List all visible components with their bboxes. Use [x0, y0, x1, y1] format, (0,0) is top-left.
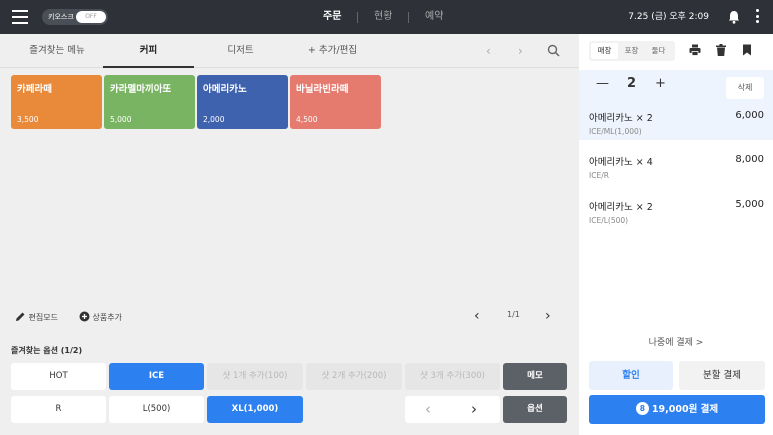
order-item-options: ICE/L(500): [589, 216, 629, 225]
option-next-icon[interactable]: ›: [471, 396, 477, 423]
menu-card-price: 5,000: [110, 115, 132, 124]
menu-icon[interactable]: [12, 10, 28, 24]
menu-card-americano[interactable]: 아메리카노 2,000: [197, 75, 288, 129]
order-item-name[interactable]: 아메리카노 × 4: [589, 154, 653, 168]
qty-increase-button[interactable]: +: [655, 76, 666, 91]
tab-prev-icon[interactable]: ‹: [486, 44, 491, 58]
pay-label: 19,000원 결제: [651, 404, 719, 415]
option-ice[interactable]: ICE: [109, 363, 204, 390]
option-shot-3[interactable]: 샷 3개 추가(300): [405, 363, 500, 390]
order-item-options: ICE/ML(1,000): [589, 127, 642, 136]
split-payment-button[interactable]: 분할 결제: [679, 361, 765, 390]
delete-button[interactable]: 삭제: [726, 77, 764, 99]
nav-divider: [408, 12, 409, 23]
kiosk-switch[interactable]: 키오스크 OFF: [42, 9, 108, 25]
option-size-r[interactable]: R: [11, 396, 106, 423]
tab-coffee[interactable]: 커피: [103, 34, 194, 68]
add-product-button[interactable]: 상품추가: [79, 311, 122, 323]
option-pager: ‹ ›: [405, 396, 500, 423]
printer-icon[interactable]: [689, 44, 701, 56]
menu-card-caramel-macchiato[interactable]: 카라멜마끼아또 5,000: [104, 75, 195, 129]
datetime: 7.25 (금) 오후 2:09: [628, 12, 709, 22]
memo-button[interactable]: 메모: [503, 363, 567, 390]
option-shot-1[interactable]: 샷 1개 추가(100): [207, 363, 303, 390]
options-button[interactable]: 옵션: [503, 396, 567, 423]
option-hot[interactable]: HOT: [11, 363, 106, 390]
menu-card-cafe-latte[interactable]: 카페라떼 3,500: [11, 75, 102, 129]
plus-circle-icon: [79, 311, 90, 322]
bookmark-icon[interactable]: [741, 44, 753, 56]
tab-add-edit[interactable]: + 추가/편집: [287, 34, 378, 68]
menu-card-price: 2,000: [203, 115, 225, 124]
menu-card-name: 아메리카노: [203, 84, 247, 95]
qty-decrease-button[interactable]: —: [596, 76, 609, 91]
order-type-dine-in[interactable]: 매장: [591, 43, 618, 59]
nav-reservation[interactable]: 예약: [425, 0, 443, 34]
menu-panel: 즐겨찾는 메뉴 커피 디저트 + 추가/편집 ‹ › 카페라떼 3,500 카라…: [0, 34, 579, 435]
menu-card-price: 3,500: [17, 115, 39, 124]
order-panel: 매장 포장 둘다 — 2 + 삭제 아메리카노 × 2 6,000 ICE/ML…: [579, 34, 773, 435]
page-indicator: 1/1: [507, 310, 520, 319]
nav-order[interactable]: 주문: [323, 0, 341, 34]
tab-next-icon[interactable]: ›: [518, 44, 523, 58]
discount-button[interactable]: 할인: [589, 361, 673, 390]
favorite-options-title: 즐겨찾는 옵션 (1/2): [11, 346, 83, 355]
kiosk-label: 키오스크: [48, 13, 74, 21]
option-shot-2[interactable]: 샷 2개 추가(200): [306, 363, 402, 390]
edit-mode-label: 편집모드: [28, 313, 58, 322]
item-count-badge: 8: [635, 402, 649, 415]
tab-favorites[interactable]: 즐겨찾는 메뉴: [12, 34, 102, 68]
menu-card-name: 바닐라빈라떼: [296, 84, 349, 95]
nav-status[interactable]: 현황: [374, 0, 392, 34]
category-tabs: 즐겨찾는 메뉴 커피 디저트 + 추가/편집 ‹ ›: [0, 34, 579, 68]
pay-later-link[interactable]: 나중에 결제 >: [579, 335, 773, 348]
page-prev-icon[interactable]: ‹: [474, 308, 480, 324]
nav-divider: [357, 12, 358, 23]
order-item-price: 8,000: [735, 154, 764, 165]
edit-mode-button[interactable]: 편집모드: [15, 311, 58, 323]
menu-card-price: 4,500: [296, 115, 318, 124]
menu-card-name: 카라멜마끼아또: [110, 84, 172, 95]
order-item-name[interactable]: 아메리카노 × 2: [589, 199, 653, 213]
option-size-xl[interactable]: XL(1,000): [207, 396, 303, 423]
page-next-icon[interactable]: ›: [545, 308, 551, 324]
search-icon[interactable]: [547, 44, 560, 57]
order-type-both[interactable]: 둘다: [645, 43, 672, 59]
pencil-icon: [16, 312, 25, 321]
qty-value: 2: [627, 76, 637, 91]
more-icon[interactable]: [756, 9, 760, 25]
order-type-takeout[interactable]: 포장: [618, 43, 645, 59]
order-item-options: ICE/R: [589, 171, 609, 180]
order-item-name: 아메리카노 × 2: [589, 113, 653, 124]
top-bar: 키오스크 OFF 주문 현황 예약 7.25 (금) 오후 2:09: [0, 0, 773, 34]
menu-card-vanilla-bean-latte[interactable]: 바닐라빈라떼 4,500: [290, 75, 381, 129]
order-item-price: 5,000: [735, 199, 764, 210]
order-type-segment: 매장 포장 둘다: [589, 41, 675, 61]
order-item-price: 6,000: [735, 110, 764, 121]
menu-card-name: 카페라떼: [17, 84, 52, 95]
option-prev-icon[interactable]: ‹: [425, 396, 431, 423]
tab-dessert[interactable]: 디저트: [195, 34, 286, 68]
kiosk-toggle[interactable]: OFF: [76, 11, 106, 23]
trash-icon[interactable]: [715, 44, 727, 56]
bell-icon[interactable]: [728, 10, 740, 24]
option-size-l[interactable]: L(500): [109, 396, 204, 423]
add-product-label: 상품추가: [92, 313, 122, 322]
pay-button[interactable]: 8 19,000원 결제: [589, 395, 765, 424]
